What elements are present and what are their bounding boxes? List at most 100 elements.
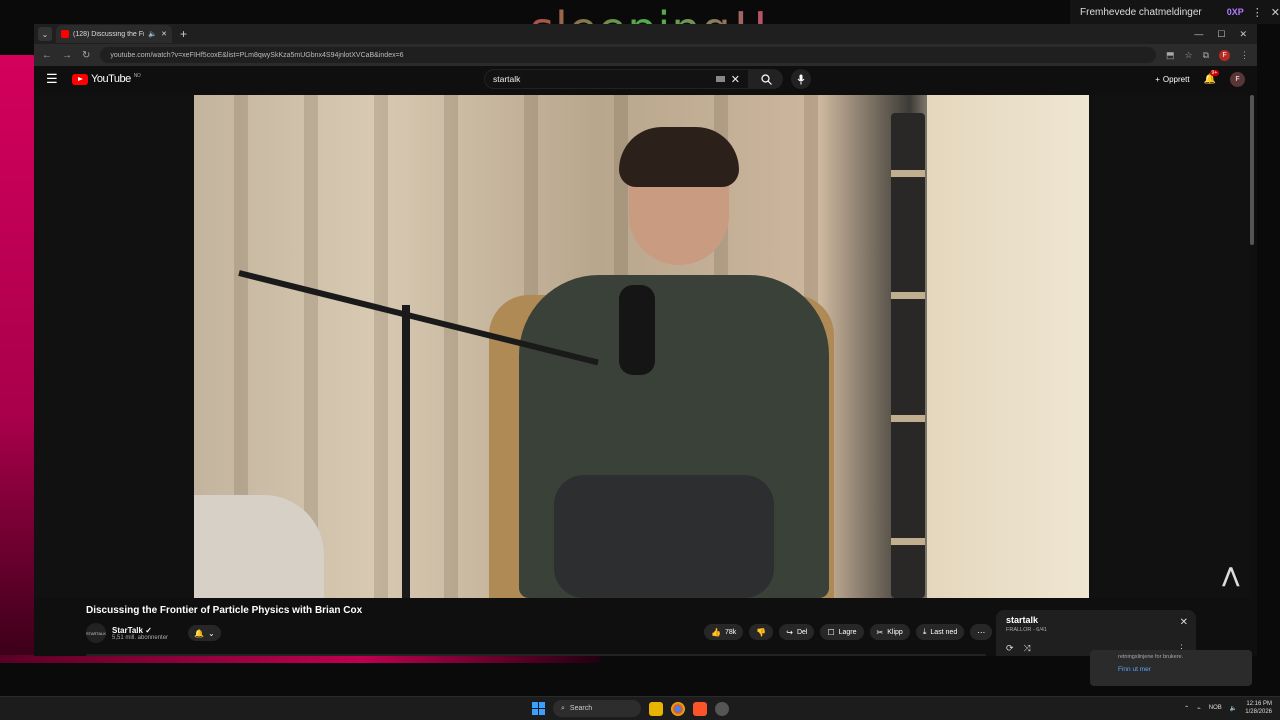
like-button[interactable]: 👍 78k [704,624,744,640]
notifications-button[interactable]: 🔔 9+ [1204,69,1220,85]
page-scrollbar[interactable] [1250,95,1254,245]
install-app-icon[interactable]: ⬒ [1166,50,1175,61]
curtain-fold [374,95,388,598]
side-table [194,495,324,598]
more-actions-button[interactable]: ⋯ [970,624,993,640]
forward-icon[interactable]: → [62,50,72,61]
thumbs-down-icon: 👎 [756,627,767,637]
app-icon[interactable] [715,701,729,716]
pillar-band [891,292,925,299]
minimize-icon[interactable]: — [1194,29,1203,40]
reload-icon[interactable]: ↻ [82,50,90,61]
desktop-wallpaper-bottom [0,655,600,663]
video-player[interactable]: ⋀ [34,95,1249,598]
file-explorer-icon[interactable] [649,701,663,716]
tab-close-icon[interactable]: ✕ [161,30,167,38]
shuffle-icon[interactable]: ⤨ [1024,643,1031,654]
channel-avatar[interactable]: STARTALK [86,623,106,643]
save-button[interactable]: ☐ Lagre [820,624,864,640]
account-avatar[interactable]: F [1230,71,1245,87]
clock[interactable]: 12:16 PM 1/28/2026 [1245,700,1272,716]
hamburger-menu-icon[interactable]: ☰ [46,71,66,87]
clock-date: 1/28/2026 [1245,709,1272,715]
search-area: startalk ✕ [484,69,811,89]
chevron-up-icon[interactable]: ⌃ [1184,705,1189,712]
more-vert-icon[interactable]: ⋮ [1252,6,1263,19]
video-frame[interactable] [194,95,1089,598]
tab-search-icon[interactable]: ⌄ [38,27,52,41]
mic-stand [402,305,410,598]
url-text: youtube.com/watch?v=xeFIHf5coxE&list=PLm… [110,51,404,59]
plus-icon: + [1155,74,1160,84]
youtube-logo[interactable]: YouTube NO [72,73,141,85]
download-label: Last ned [930,628,958,636]
playlist-title[interactable]: startalk [1006,615,1186,625]
clear-search-icon[interactable]: ✕ [731,73,740,86]
new-tab-icon[interactable]: + [180,27,187,41]
tab-strip: ⌄ (128) Discussing the Fronti 🔈 ✕ + — ☐ … [34,24,1257,44]
startalk-logo-icon: ⋀ [1222,565,1239,587]
close-icon[interactable]: ✕ [1271,6,1280,19]
back-icon[interactable]: ← [42,50,52,61]
header-actions: + Opprett 🔔 9+ F [1155,69,1245,87]
clip-button[interactable]: ✂ Klipp [869,624,910,640]
window-close-icon[interactable]: ✕ [1239,29,1247,40]
subscription-bell-button[interactable]: 🔔 ⌄ [188,625,221,641]
playlist-controls: ⟳ ⤨ [1006,643,1031,654]
save-icon: ☐ [827,627,835,637]
divider [86,654,986,656]
browser-menu-icon[interactable]: ⋮ [1240,50,1249,61]
notification-text: retningslinjene for brukere. [1118,654,1184,660]
share-icon: ↪ [786,627,793,637]
window-controls: — ☐ ✕ [1194,29,1257,40]
brave-icon[interactable] [693,701,707,716]
windows-start-icon[interactable] [532,702,545,715]
pillar-band [891,538,925,545]
bookmark-star-icon[interactable]: ☆ [1184,50,1192,61]
tab-youtube[interactable]: (128) Discussing the Fronti 🔈 ✕ [56,25,172,43]
chevron-down-icon: ⌄ [208,628,215,638]
tab-title: (128) Discussing the Fronti [73,30,144,38]
learn-more-link[interactable]: Finn ut mer [1118,666,1224,673]
lang-indicator[interactable]: NOB [1209,705,1222,711]
download-button[interactable]: ⤓ Last ned [915,624,965,640]
download-icon: ⤓ [922,627,927,636]
desktop-wallpaper-strip [0,55,36,660]
maximize-icon[interactable]: ☐ [1217,29,1225,40]
chat-label[interactable]: Fremhevede chatmeldinger [1080,7,1219,18]
verified-icon: ✓ [145,625,152,635]
search-icon: ⌕ [561,704,565,712]
keyboard-icon[interactable] [715,76,725,82]
share-label: Del [796,628,808,636]
like-count: 78k [724,628,737,636]
browser-profile-avatar[interactable]: F [1219,49,1230,61]
region-code: NO [133,73,141,79]
volume-icon[interactable]: 🔈 [1230,705,1237,712]
search-input[interactable]: startalk ✕ [484,69,749,89]
dislike-button[interactable]: 👎 [749,624,774,640]
close-icon[interactable]: ✕ [1180,617,1188,628]
url-field[interactable]: youtube.com/watch?v=xeFIHf5coxE&list=PLm… [100,47,1156,63]
voice-search-button[interactable] [791,69,811,89]
youtube-logo-text: YouTube [91,73,131,85]
studio-pillar [891,113,925,598]
youtube-favicon-icon [61,30,69,38]
taskbar-search-label: Search [569,705,593,712]
more-horiz-icon: ⋯ [977,627,986,637]
search-button[interactable] [749,69,783,89]
loop-icon[interactable]: ⟳ [1006,643,1014,654]
share-button[interactable]: ↪ Del [779,624,815,640]
scissors-icon: ✂ [876,627,884,637]
chrome-icon[interactable] [671,701,685,716]
speaker-icon[interactable]: 🔈 [148,30,157,38]
subscriber-count: 5,51 mill. abonnenter [112,634,169,641]
notification-count: 9+ [1209,69,1220,76]
channel-name[interactable]: StarTalk ✓ [112,626,168,635]
xp-badge: 0XP [1226,7,1244,17]
taskbar-search[interactable]: ⌕ Search [553,700,641,717]
extensions-icon[interactable]: ⧉ [1203,50,1209,61]
thumbs-up-icon: 👍 [711,627,721,637]
network-icon[interactable]: ⌁ [1197,705,1201,712]
create-button[interactable]: + Opprett [1155,75,1189,84]
create-label: Opprett [1162,74,1190,84]
